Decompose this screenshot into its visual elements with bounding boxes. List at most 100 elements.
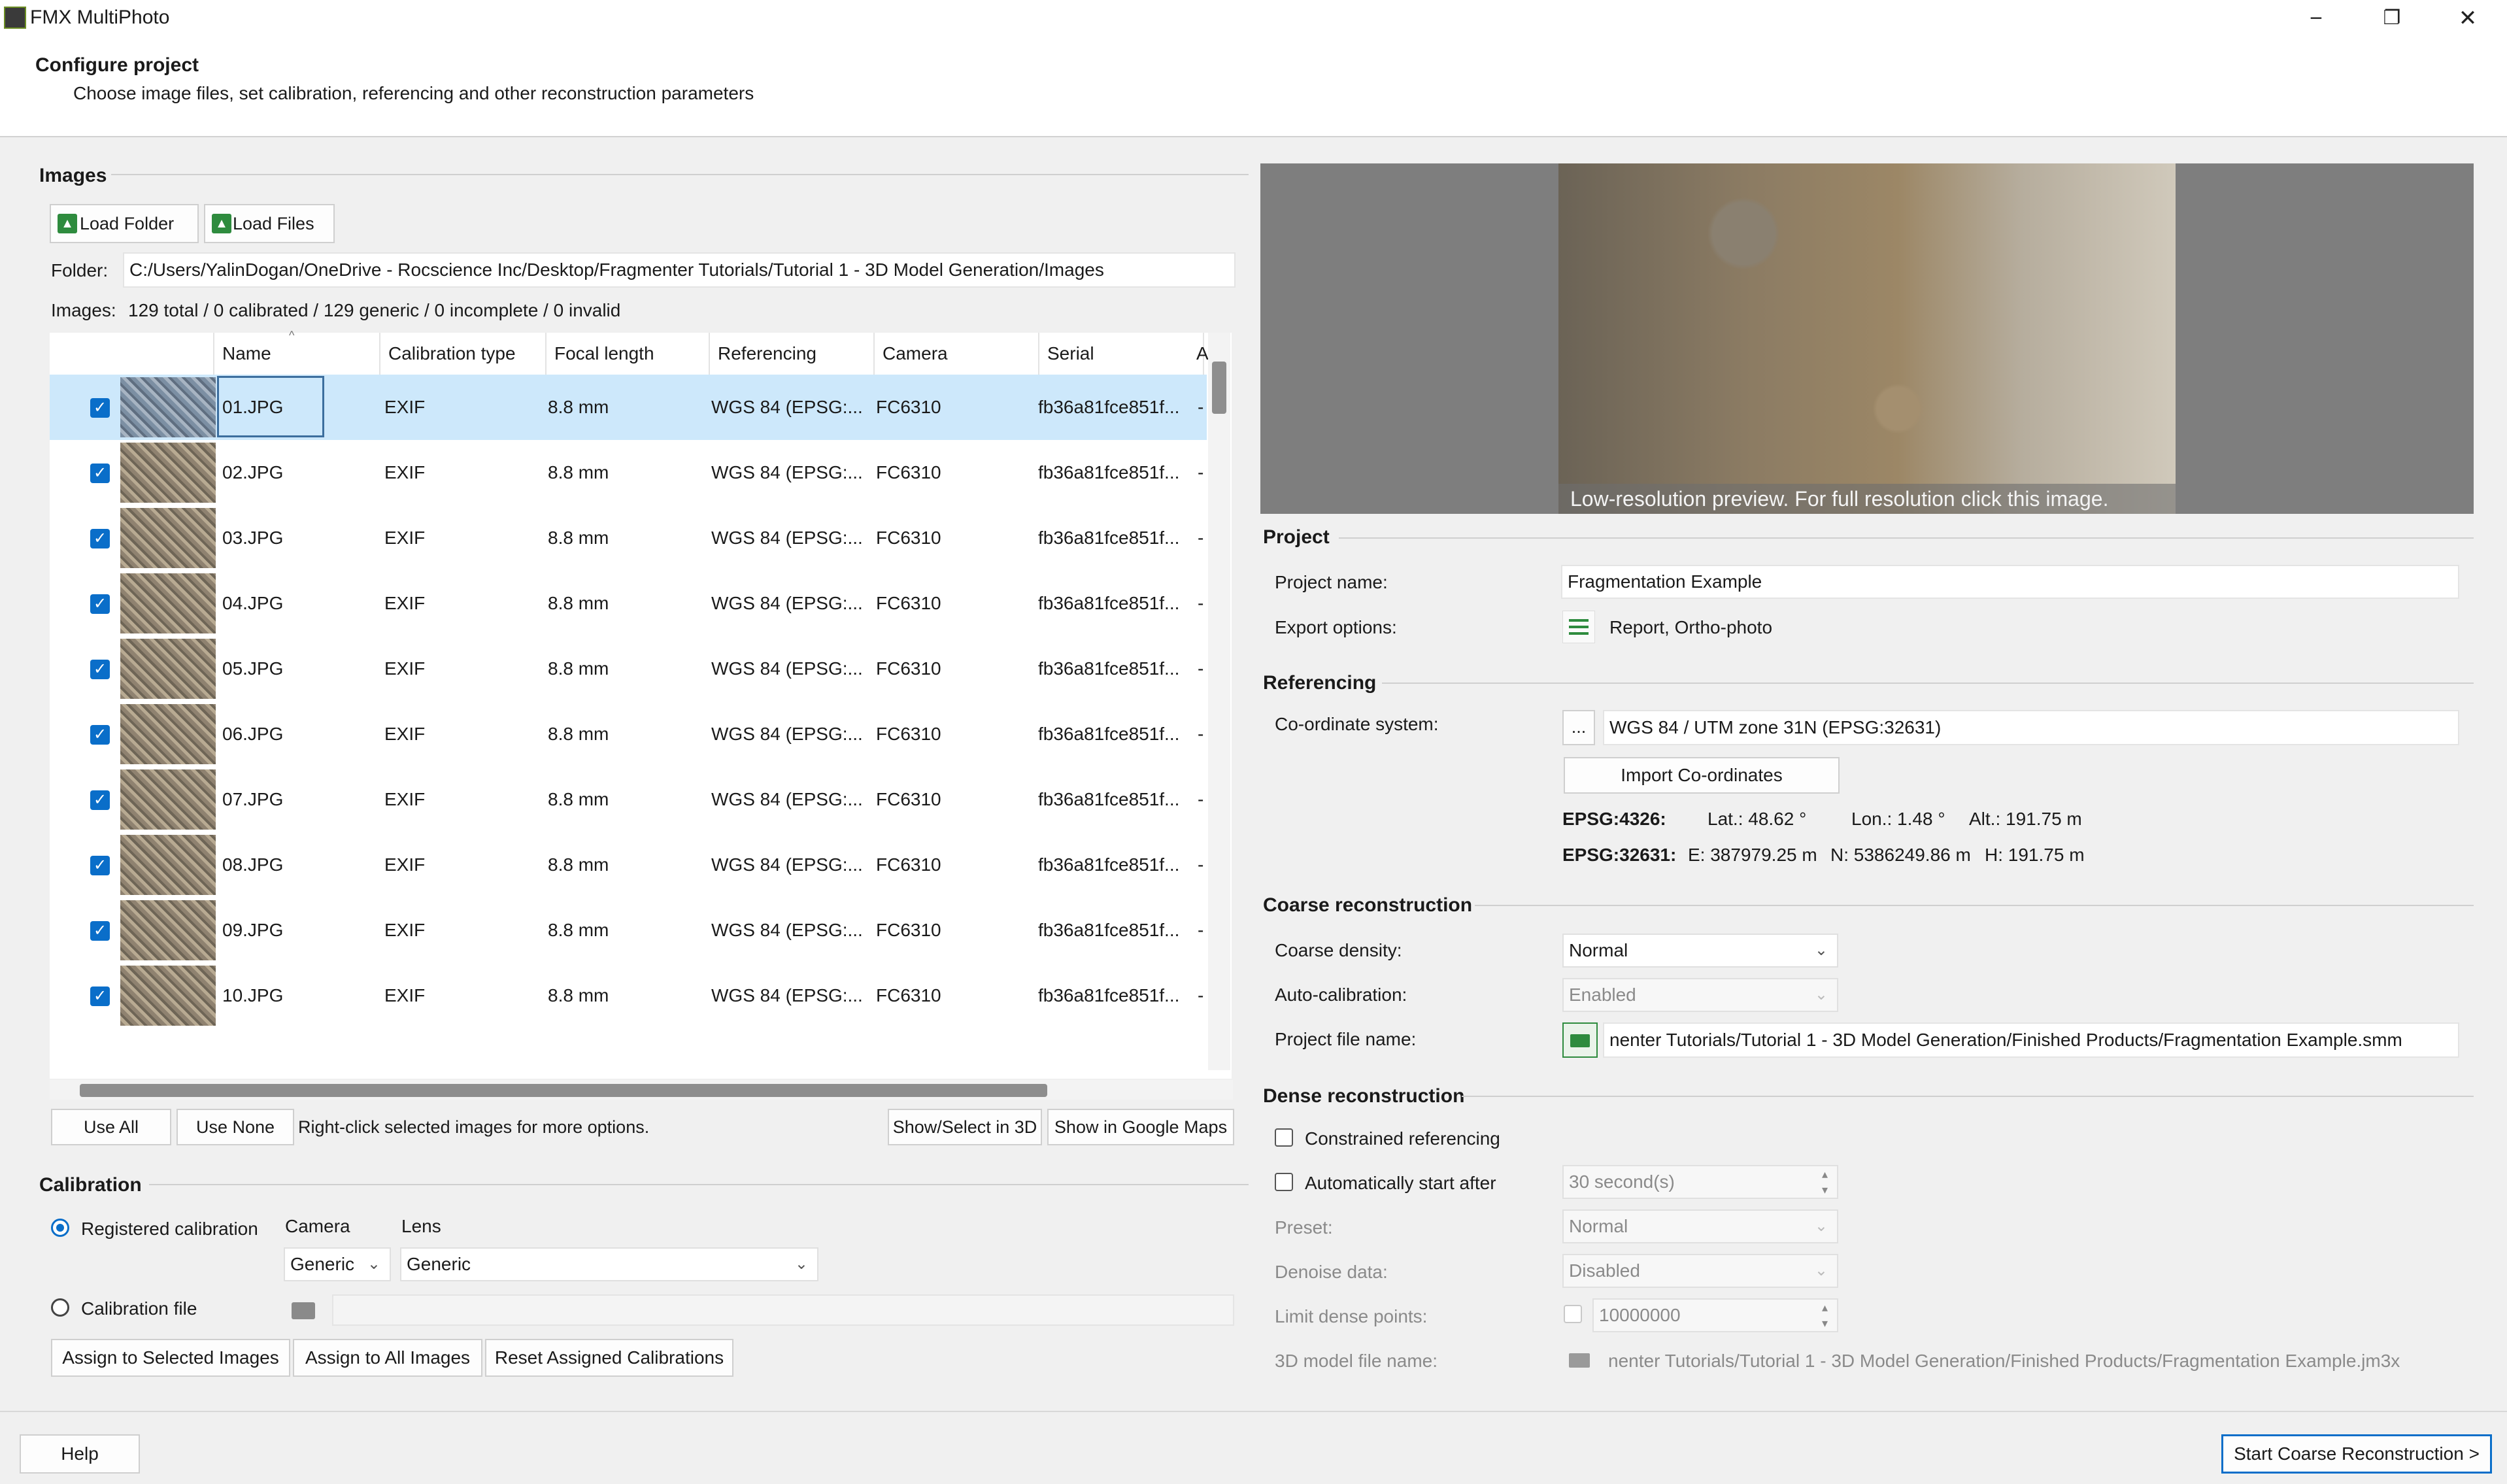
table-row[interactable]: ✓ 04.JPG EXIF 8.8 mm WGS 84 (EPSG:... FC6310 f… (50, 571, 1207, 636)
table-row[interactable]: ✓ 01.JPG EXIF 8.8 mm WGS 84 (EPSG:... FC6310 f… (50, 375, 1207, 440)
calibration-file-radio[interactable] (51, 1298, 69, 1317)
registered-calibration-label: Registered calibration (81, 1219, 258, 1239)
assign-all-button[interactable]: Assign to All Images (293, 1339, 482, 1377)
auto-start-checkbox[interactable] (1275, 1173, 1293, 1191)
minimize-button[interactable]: − (2278, 0, 2354, 37)
column-header-calibration[interactable]: Calibration type (380, 333, 547, 375)
sliders-icon-bar (1569, 626, 1589, 628)
column-header-select[interactable] (50, 333, 214, 375)
image-thumbnail (120, 508, 216, 568)
export-options-button[interactable] (1562, 611, 1595, 643)
crs-field[interactable]: WGS 84 / UTM zone 31N (EPSG:32631) (1603, 710, 2459, 745)
horizontal-scrollbar[interactable] (50, 1080, 1233, 1100)
maximize-button[interactable]: ❐ (2354, 0, 2430, 37)
row-checkbox[interactable]: ✓ (90, 856, 110, 875)
cell-calibration-type: EXIF (384, 528, 426, 548)
column-header-name[interactable]: Name (214, 333, 380, 375)
row-checkbox[interactable]: ✓ (90, 725, 110, 745)
crs-picker-button[interactable]: ... (1562, 710, 1595, 745)
calibration-file-path-field[interactable] (332, 1294, 1234, 1326)
sort-ascending-icon: ^ (289, 329, 295, 342)
row-checkbox[interactable]: ✓ (90, 398, 110, 418)
camera-select[interactable]: Generic ⌄ (284, 1247, 391, 1281)
preview-image[interactable] (1558, 163, 2176, 514)
table-row[interactable]: ✓ 02.JPG EXIF 8.8 mm WGS 84 (EPSG:... FC6310 f… (50, 440, 1207, 505)
auto-calibration-value: Enabled (1569, 985, 1636, 1005)
row-checkbox[interactable]: ✓ (90, 790, 110, 810)
table-row[interactable]: ✓ 10.JPG EXIF 8.8 mm WGS 84 (EPSG:... FC6310 f… (50, 963, 1207, 1028)
vertical-scrollbar-thumb[interactable] (1212, 362, 1226, 414)
cell-calibration-type: EXIF (384, 658, 426, 679)
show-select-3d-button[interactable]: Show/Select in 3D (888, 1109, 1042, 1145)
denoise-select[interactable]: Disabled ⌄ (1562, 1254, 1838, 1288)
column-header-camera[interactable]: Camera (875, 333, 1039, 375)
calibration-section-divider (149, 1184, 1249, 1185)
use-none-button[interactable]: Use None (177, 1109, 294, 1145)
registered-calibration-radio[interactable] (51, 1219, 69, 1237)
image-thumbnail (120, 900, 216, 960)
sliders-icon (1569, 619, 1589, 622)
cell-referencing: WGS 84 (EPSG:... (711, 920, 863, 940)
project-file-browse-button[interactable] (1562, 1022, 1598, 1058)
auto-start-spinbox[interactable]: 30 second(s) ▴ ▾ (1562, 1165, 1838, 1199)
row-checkbox[interactable]: ✓ (90, 594, 110, 614)
vertical-scrollbar[interactable] (1208, 333, 1230, 1070)
constrained-referencing-checkbox[interactable] (1275, 1128, 1293, 1147)
cell-serial: fb36a81fce851f... (1038, 985, 1180, 1005)
cell-referencing: WGS 84 (EPSG:... (711, 593, 863, 613)
image-thumbnail (120, 573, 216, 633)
folder-path-field[interactable]: C:/Users/YalinDogan/OneDrive - Rocscienc… (123, 252, 1236, 288)
column-header-focal[interactable]: Focal length (547, 333, 710, 375)
column-header-referencing[interactable]: Referencing (710, 333, 875, 375)
table-row[interactable]: ✓ 09.JPG EXIF 8.8 mm WGS 84 (EPSG:... FC6310 f… (50, 898, 1207, 963)
project-file-field[interactable]: nenter Tutorials/Tutorial 1 - 3D Model G… (1603, 1022, 2459, 1058)
start-coarse-reconstruction-button[interactable]: Start Coarse Reconstruction > (2221, 1434, 2492, 1474)
browse-calibration-button[interactable] (288, 1296, 320, 1324)
table-row[interactable]: ✓ 07.JPG EXIF 8.8 mm WGS 84 (EPSG:... FC6310 f… (50, 767, 1207, 832)
table-row[interactable]: ✓ 03.JPG EXIF 8.8 mm WGS 84 (EPSG:... FC6310 f… (50, 505, 1207, 571)
row-checkbox[interactable]: ✓ (90, 464, 110, 483)
import-coordinates-button[interactable]: Import Co-ordinates (1564, 757, 1840, 794)
cell-serial: fb36a81fce851f... (1038, 724, 1180, 744)
assign-selected-button[interactable]: Assign to Selected Images (51, 1339, 290, 1377)
export-options-value: Report, Ortho-photo (1609, 617, 1773, 637)
preset-select[interactable]: Normal ⌄ (1562, 1209, 1838, 1243)
row-checkbox[interactable]: ✓ (90, 660, 110, 679)
use-all-button[interactable]: Use All (51, 1109, 171, 1145)
limit-dense-checkbox[interactable] (1564, 1305, 1582, 1323)
row-checkbox[interactable]: ✓ (90, 987, 110, 1006)
cell-camera: FC6310 (876, 920, 941, 940)
horizontal-scrollbar-thumb[interactable] (80, 1084, 1047, 1097)
cell-name: 06.JPG (222, 724, 284, 744)
model-file-browse-button[interactable] (1562, 1343, 1598, 1378)
row-checkbox[interactable]: ✓ (90, 921, 110, 941)
reset-calibrations-button[interactable]: Reset Assigned Calibrations (485, 1339, 733, 1377)
project-name-input[interactable]: Fragmentation Example (1561, 565, 2459, 599)
column-header-extra[interactable]: A (1196, 333, 1209, 375)
coarse-density-select[interactable]: Normal ⌄ (1562, 934, 1838, 968)
cell-referencing: WGS 84 (EPSG:... (711, 789, 863, 809)
table-row[interactable]: ✓ 08.JPG EXIF 8.8 mm WGS 84 (EPSG:... FC6310 f… (50, 832, 1207, 898)
column-header-serial[interactable]: Serial (1039, 333, 1204, 375)
help-button[interactable]: Help (20, 1434, 140, 1474)
auto-calibration-select[interactable]: Enabled ⌄ (1562, 978, 1838, 1012)
table-row[interactable]: ✓ 06.JPG EXIF 8.8 mm WGS 84 (EPSG:... FC6310 f… (50, 701, 1207, 767)
cell-camera: FC6310 (876, 854, 941, 875)
cell-name: 10.JPG (222, 985, 284, 1005)
images-table[interactable]: Name ^ Calibration type Focal length Ref… (50, 329, 1232, 1079)
cell-referencing: WGS 84 (EPSG:... (711, 985, 863, 1005)
latitude-value: Lat.: 48.62 ° (1708, 809, 1807, 829)
close-button[interactable]: ✕ (2430, 0, 2506, 37)
referencing-section-title: Referencing (1263, 672, 1377, 694)
preview-panel[interactable]: Low-resolution preview. For full resolut… (1260, 163, 2474, 514)
easting-value: E: 387979.25 m (1688, 845, 1817, 865)
load-files-button[interactable]: ▲ Load Files (204, 204, 335, 243)
table-row[interactable]: ✓ 05.JPG EXIF 8.8 mm WGS 84 (EPSG:... FC6310 f… (50, 636, 1207, 701)
limit-dense-spinbox[interactable]: 10000000 ▴ ▾ (1592, 1298, 1838, 1332)
load-folder-button[interactable]: ▲ Load Folder (50, 204, 199, 243)
lens-select[interactable]: Generic ⌄ (400, 1247, 818, 1281)
cell-name: 05.JPG (222, 658, 284, 679)
show-google-maps-button[interactable]: Show in Google Maps (1047, 1109, 1234, 1145)
app-window: FMX MultiPhoto − ❐ ✕ Configure project C… (0, 0, 2507, 1484)
row-checkbox[interactable]: ✓ (90, 529, 110, 548)
